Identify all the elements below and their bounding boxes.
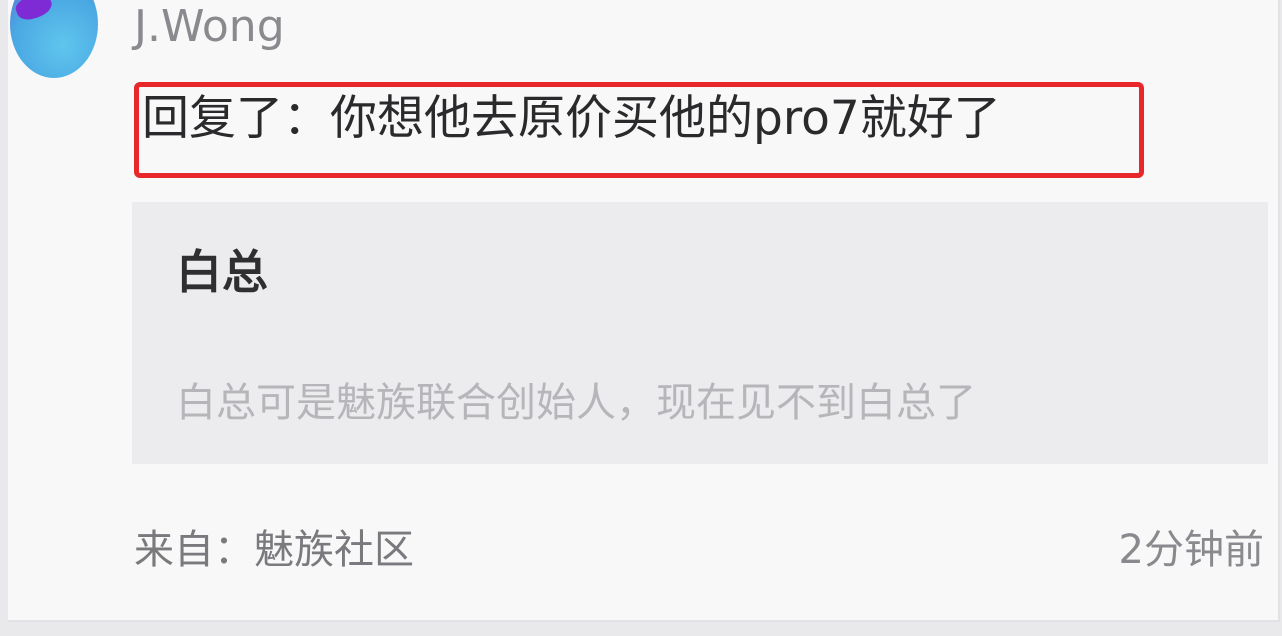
timestamp: 2分钟前 [1118, 527, 1264, 573]
quoted-text: 白总可是魅族联合创始人，现在见不到白总了 [176, 380, 976, 426]
highlight-box [134, 82, 1144, 178]
comment-card: J.Wong 回复了：你想他去原价买他的pro7就好了 白总 白总可是魅族联合创… [8, 0, 1280, 622]
quoted-author: 白总 [176, 245, 268, 299]
source-label[interactable]: 来自：魅族社区 [134, 522, 414, 578]
avatar[interactable] [10, 0, 98, 78]
username[interactable]: J.Wong [134, 2, 285, 52]
quoted-comment[interactable]: 白总 白总可是魅族联合创始人，现在见不到白总了 [132, 202, 1268, 464]
